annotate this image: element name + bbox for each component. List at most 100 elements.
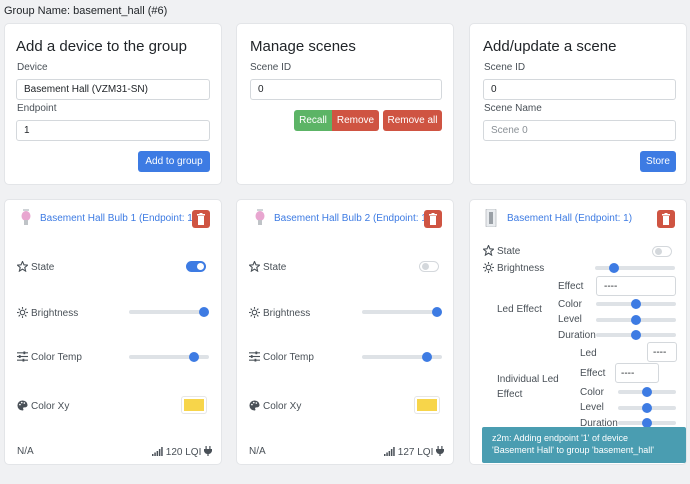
remove-button[interactable]: Remove [332,110,379,131]
add-scene-title: Add/update a scene [483,38,617,55]
bulb1-color-temp-row: Color Temp [17,351,82,363]
slider-knob[interactable] [189,352,199,362]
slider-knob[interactable] [422,352,432,362]
bulb1-lqi: 120 LQI [152,446,213,458]
scene-id-input[interactable]: 0 [250,79,442,100]
toast-line-2: 'Basement Hall' to group 'basement_hall' [492,445,654,455]
manage-scenes-card: Manage scenes Scene ID 0 Recall Remove R… [236,23,454,185]
led-effect-effect-input[interactable]: ---- [596,276,676,296]
add-to-group-button[interactable]: Add to group [138,151,210,172]
slider-knob[interactable] [631,315,641,325]
add-scene-id-input[interactable]: 0 [483,79,676,100]
slider-knob[interactable] [642,403,652,413]
bulb1-card: Basement Hall Bulb 1 (Endpoint: 11) Stat… [4,199,222,465]
endpoint-input[interactable]: 1 [16,120,210,141]
bulb1-color-xy-label: Color Xy [31,401,70,412]
slider-knob[interactable] [631,330,641,340]
individual-effect-input[interactable]: ---- [615,363,659,383]
led-effect-level-slider[interactable] [596,315,676,325]
star-half-icon [16,260,29,273]
led-effect-color-slider[interactable] [596,299,676,309]
bulb2-last-seen: N/A [249,446,266,457]
bulb2-delete-button[interactable] [424,210,442,228]
led-effect-effect-label: Effect [558,281,584,292]
trash-icon [197,213,205,225]
device-label: Device [17,62,48,73]
add-scene-card: Add/update a scene Scene ID 0 Scene Name… [469,23,687,185]
bulb2-brightness-row: Brightness [249,307,310,319]
led-effect-label: Led Effect [497,304,542,315]
sliders-icon [249,351,260,362]
bulb1-lqi-label: 120 LQI [165,447,202,458]
led-effect-level-label: Level [558,314,582,325]
manage-scenes-title: Manage scenes [250,38,356,55]
individual-color-slider[interactable] [618,387,676,397]
led-effect-color-label: Color [558,299,582,310]
switch-state-toggle[interactable] [652,246,672,257]
recall-button[interactable]: Recall [294,110,332,131]
plug-icon [436,446,445,456]
individual-led-input[interactable]: ---- [647,342,677,362]
palette-icon [249,400,260,411]
sun-icon [483,262,494,273]
bulb2-color-temp-label: Color Temp [263,352,314,363]
toast-line-1: z2m: Adding endpoint '1' of device [492,433,629,443]
bulb2-color-temp-row: Color Temp [249,351,314,363]
bulb1-brightness-slider[interactable] [129,307,209,317]
bulb1-device-link[interactable]: Basement Hall Bulb 1 (Endpoint: 11) [40,213,201,224]
switch-brightness-row: Brightness [483,262,544,274]
bulb1-state-toggle[interactable] [186,261,206,272]
individual-level-slider[interactable] [618,403,676,413]
slider-knob[interactable] [609,263,619,273]
remove-all-button[interactable]: Remove all [383,110,442,131]
bulb2-lqi: 127 LQI [384,446,445,458]
bulb1-delete-button[interactable] [192,210,210,228]
bulb2-lqi-label: 127 LQI [397,447,434,458]
bulb2-device-link[interactable]: Basement Hall Bulb 2 (Endpoint: 11) [274,213,435,224]
slider-knob[interactable] [199,307,209,317]
plug-icon [204,446,213,456]
store-button[interactable]: Store [640,151,676,172]
individual-color-label: Color [580,387,604,398]
individual-effect-label: Effect [580,368,606,379]
slider-knob[interactable] [642,387,652,397]
bulb1-color-temp-slider[interactable] [129,352,209,362]
switch-brightness-slider[interactable] [595,263,675,273]
bulb1-state-row: State [16,260,55,273]
individual-duration-slider[interactable] [618,418,676,428]
star-half-icon [482,244,495,257]
switch-delete-button[interactable] [657,210,675,228]
bulb2-color-temp-slider[interactable] [362,352,442,362]
individual-led-effect-label-line1: Individual Led [497,374,559,385]
endpoint-label: Endpoint [17,103,57,114]
scene-name-input[interactable]: Scene 0 [483,120,676,141]
led-effect-duration-slider[interactable] [596,330,676,340]
switch-state-row: State [482,244,521,257]
switch-state-label: State [497,246,521,257]
notification-toast[interactable]: z2m: Adding endpoint '1' of device 'Base… [482,427,686,463]
bulb2-color-xy-label: Color Xy [263,401,302,412]
individual-led-label: Led [580,348,597,359]
scene-name-label: Scene Name [484,103,542,114]
add-device-title: Add a device to the group [16,38,187,55]
bulb2-color-swatch[interactable] [415,397,439,413]
add-device-card: Add a device to the group Device Basemen… [4,23,222,185]
sun-icon [17,307,28,318]
switch-device-link[interactable]: Basement Hall (Endpoint: 1) [507,213,632,224]
trash-icon [429,213,437,225]
bulb2-state-toggle[interactable] [419,261,439,272]
bulb-icon [20,209,32,230]
device-select[interactable]: Basement Hall (VZM31-SN) [16,79,210,100]
bulb2-color-xy-row: Color Xy [249,400,301,412]
bulb1-brightness-label: Brightness [31,308,79,319]
bulb1-state-label: State [31,262,55,273]
bulb1-color-swatch[interactable] [182,397,206,413]
slider-knob[interactable] [631,299,641,309]
bulb1-color-temp-label: Color Temp [31,352,82,363]
palette-icon [17,400,28,411]
bulb1-brightness-row: Brightness [17,307,78,319]
signal-icon [152,447,163,456]
trash-icon [662,213,670,225]
slider-knob[interactable] [432,307,442,317]
bulb2-brightness-slider[interactable] [362,307,442,317]
